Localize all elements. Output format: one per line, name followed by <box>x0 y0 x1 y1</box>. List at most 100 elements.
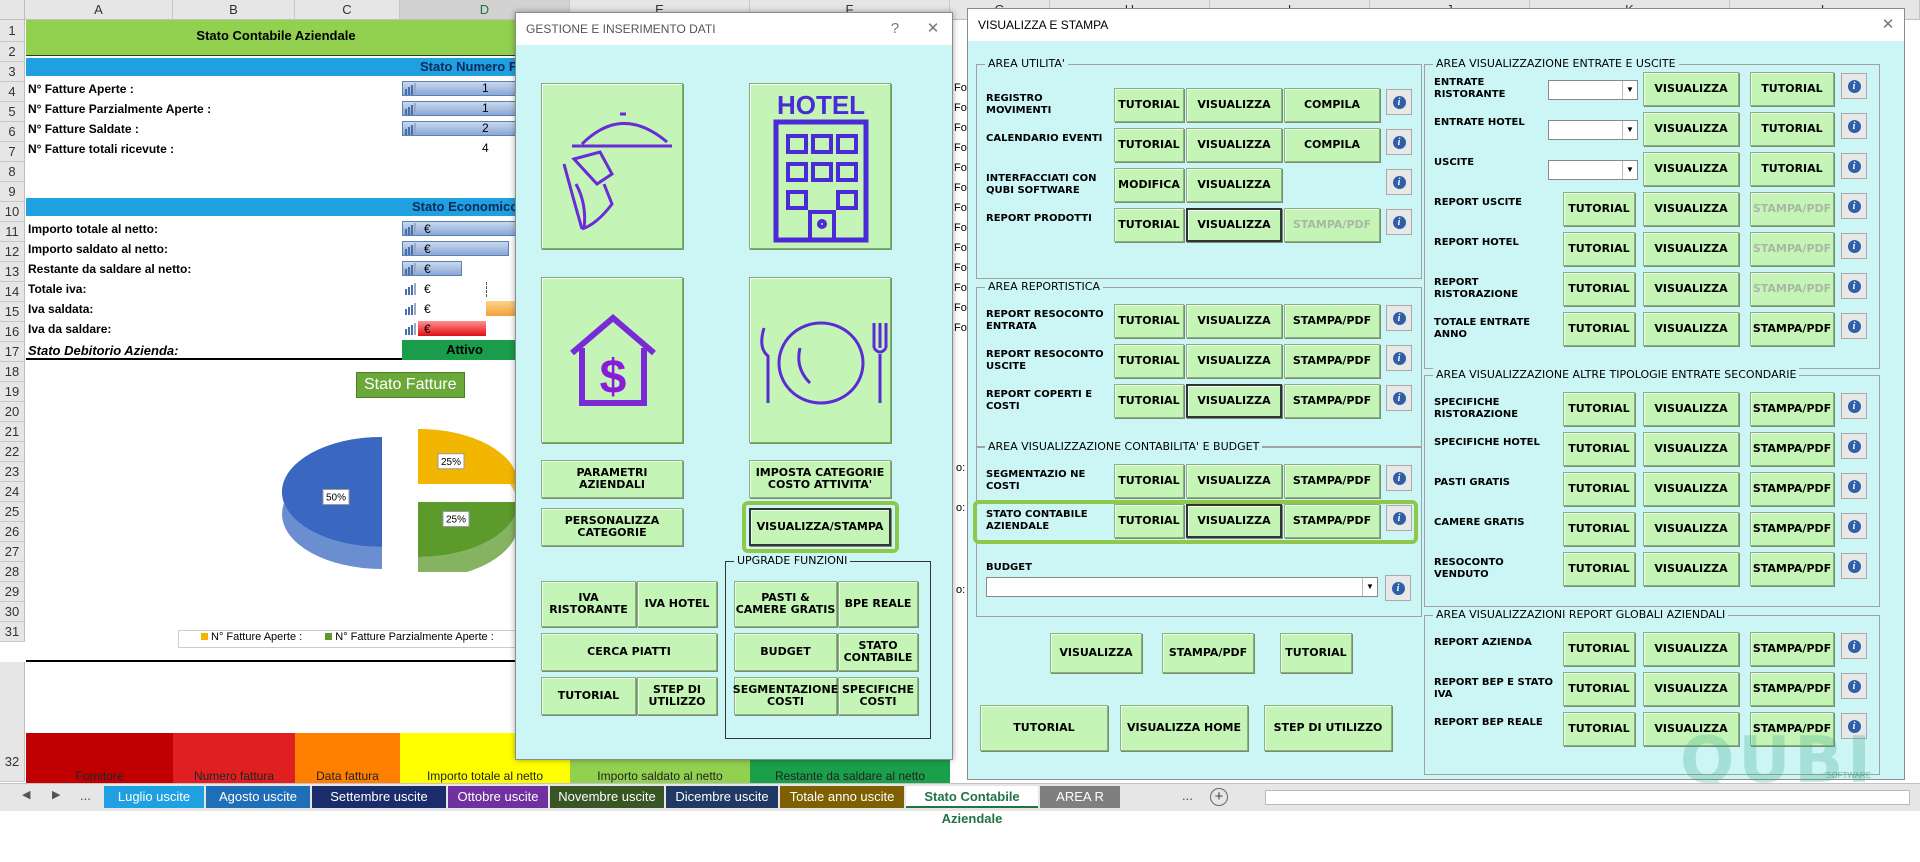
sheet-tab[interactable]: Ottobre uscite <box>448 786 548 808</box>
visualizza-button[interactable]: VISUALIZZA <box>1186 464 1282 498</box>
sheet-tab[interactable]: Luglio uscite <box>104 786 204 808</box>
stampa-pdf-button[interactable]: STAMPA/PDF <box>1750 672 1834 706</box>
stampa-pdf-button[interactable]: STAMPA/PDF <box>1750 392 1834 426</box>
tutorial-button[interactable]: TUTORIAL <box>1563 512 1635 546</box>
row-header[interactable]: 11 <box>0 222 25 242</box>
cerca-piatti-button[interactable]: CERCA PIATTI <box>541 633 717 671</box>
row-header[interactable]: 25 <box>0 502 25 522</box>
tutorial-button[interactable]: TUTORIAL <box>1563 432 1635 466</box>
row-header[interactable]: 9 <box>0 182 25 202</box>
visualizza-button[interactable]: VISUALIZZA <box>1643 152 1739 186</box>
step-utilizzo-button[interactable]: STEP DI UTILIZZO <box>1264 705 1392 751</box>
row-header[interactable]: 22 <box>0 442 25 462</box>
step-utilizzo-button[interactable]: STEP DI UTILIZZO <box>637 677 717 715</box>
row-header[interactable]: 2 <box>0 42 25 62</box>
chevron-down-icon[interactable]: ▼ <box>1622 81 1637 99</box>
tutorial-button[interactable]: TUTORIAL <box>1563 552 1635 586</box>
info-icon[interactable]: i <box>1841 553 1867 579</box>
visualizza-button[interactable]: VISUALIZZA <box>1186 128 1282 162</box>
column-header[interactable]: B <box>173 0 295 20</box>
tutorial-button[interactable]: TUTORIAL <box>1563 712 1635 746</box>
info-icon[interactable]: i <box>1386 385 1412 411</box>
add-sheet-button[interactable]: + <box>1210 788 1228 806</box>
row-header[interactable]: 12 <box>0 242 25 262</box>
tutorial-button[interactable]: TUTORIAL <box>1563 272 1635 306</box>
horizontal-scrollbar[interactable] <box>1265 790 1910 805</box>
personalizza-categorie-button[interactable]: PERSONALIZZA CATEGORIE <box>541 508 683 546</box>
visualizza-home-button[interactable]: VISUALIZZA HOME <box>1120 705 1248 751</box>
info-icon[interactable]: i <box>1386 129 1412 155</box>
close-button[interactable]: ✕ <box>1873 9 1903 41</box>
restaurant-button[interactable] <box>541 83 683 249</box>
stampa-pdf-button[interactable]: STAMPA/PDF <box>1750 232 1834 266</box>
tutorial-button[interactable]: TUTORIAL <box>1563 392 1635 426</box>
stampa-pdf-button[interactable]: STAMPA/PDF <box>1750 192 1834 226</box>
visualizza-button[interactable]: VISUALIZZA <box>1186 504 1282 538</box>
segmentazione-costi-button[interactable]: SEGMENTAZIONE COSTI <box>733 677 838 715</box>
column-header[interactable]: A <box>25 0 173 20</box>
tutorial-button[interactable]: TUTORIAL <box>1114 88 1184 122</box>
visualizza-button[interactable]: VISUALIZZA <box>1643 232 1739 266</box>
compila-button[interactable]: COMPILA <box>1284 88 1380 122</box>
stampa-pdf-button[interactable]: STAMPA/PDF <box>1162 633 1254 673</box>
row-header[interactable]: 8 <box>0 162 25 182</box>
stampa-pdf-button[interactable]: STAMPA/PDF <box>1284 344 1380 378</box>
help-button[interactable]: ? <box>880 13 910 45</box>
row-header[interactable]: 21 <box>0 422 25 442</box>
stato-contabile-button[interactable]: STATO CONTABILE <box>838 633 918 671</box>
stampa-pdf-button[interactable]: STAMPA/PDF <box>1284 464 1380 498</box>
visualizza-button[interactable]: VISUALIZZA <box>1186 384 1282 418</box>
iva-hotel-button[interactable]: IVA HOTEL <box>637 581 717 627</box>
info-icon[interactable]: i <box>1386 169 1412 195</box>
info-icon[interactable]: i <box>1385 575 1411 601</box>
row-header[interactable]: 31 <box>0 622 25 642</box>
tutorial-button[interactable]: TUTORIAL <box>1563 192 1635 226</box>
stampa-pdf-button[interactable]: STAMPA/PDF <box>1284 384 1380 418</box>
stampa-pdf-button[interactable]: STAMPA/PDF <box>1750 272 1834 306</box>
specifiche-costi-button[interactable]: SPECIFICHE COSTI <box>838 677 918 715</box>
imposta-categorie-button[interactable]: IMPOSTA CATEGORIE COSTO ATTIVITA' <box>749 460 891 498</box>
visualizza-button[interactable]: VISUALIZZA <box>1643 192 1739 226</box>
info-icon[interactable]: i <box>1841 673 1867 699</box>
visualizza-button[interactable]: VISUALIZZA <box>1643 72 1739 106</box>
row-header[interactable]: 20 <box>0 402 25 422</box>
stampa-pdf-button[interactable]: STAMPA/PDF <box>1284 504 1380 538</box>
info-icon[interactable]: i <box>1386 345 1412 371</box>
info-icon[interactable]: i <box>1841 633 1867 659</box>
sheet-tab[interactable]: Dicembre uscite <box>666 786 778 808</box>
tab-next-button[interactable]: ▶ <box>52 788 60 801</box>
visualizza-button[interactable]: VISUALIZZA <box>1643 112 1739 146</box>
visualizza-button[interactable]: VISUALIZZA <box>1643 432 1739 466</box>
tab-overflow-button[interactable]: ... <box>1182 788 1193 803</box>
tutorial-button[interactable]: TUTORIAL <box>1563 472 1635 506</box>
sheet-tab[interactable]: Stato Contabile Aziendale <box>906 786 1038 826</box>
stampa-pdf-button[interactable]: STAMPA/PDF <box>1284 208 1380 242</box>
sheet-tab[interactable]: Novembre uscite <box>550 786 664 808</box>
row-header[interactable]: 32 <box>0 662 25 782</box>
tutorial-button[interactable]: TUTORIAL <box>1563 312 1635 346</box>
stampa-pdf-button[interactable]: STAMPA/PDF <box>1750 512 1834 546</box>
visualizza-button[interactable]: VISUALIZZA <box>1643 272 1739 306</box>
tutorial-button[interactable]: TUTORIAL <box>1563 632 1635 666</box>
parametri-aziendali-button[interactable]: PARAMETRI AZIENDALI <box>541 460 683 498</box>
sheet-tab[interactable]: Settembre uscite <box>312 786 446 808</box>
modifica-button[interactable]: MODIFICA <box>1114 168 1184 202</box>
select-combo[interactable]: ▼ <box>1548 120 1638 140</box>
info-icon[interactable]: i <box>1386 89 1412 115</box>
visualizza-button[interactable]: VISUALIZZA <box>1186 344 1282 378</box>
tutorial-button[interactable]: TUTORIAL <box>1114 504 1184 538</box>
row-header[interactable]: 30 <box>0 602 25 622</box>
row-header[interactable]: 7 <box>0 142 25 162</box>
info-icon[interactable]: i <box>1386 209 1412 235</box>
sheet-tab[interactable]: AREA R <box>1040 786 1120 808</box>
visualizza-button[interactable]: VISUALIZZA <box>1186 168 1282 202</box>
info-icon[interactable]: i <box>1841 433 1867 459</box>
row-header[interactable]: 15 <box>0 302 25 322</box>
finance-button[interactable]: $ <box>541 277 683 443</box>
stampa-pdf-button[interactable]: STAMPA/PDF <box>1284 304 1380 338</box>
row-header[interactable]: 29 <box>0 582 25 602</box>
visualizza-button[interactable]: VISUALIZZA <box>1643 312 1739 346</box>
row-header[interactable]: 26 <box>0 522 25 542</box>
tutorial-button[interactable]: TUTORIAL <box>1114 384 1184 418</box>
iva-ristorante-button[interactable]: IVA RISTORANTE <box>541 581 636 627</box>
